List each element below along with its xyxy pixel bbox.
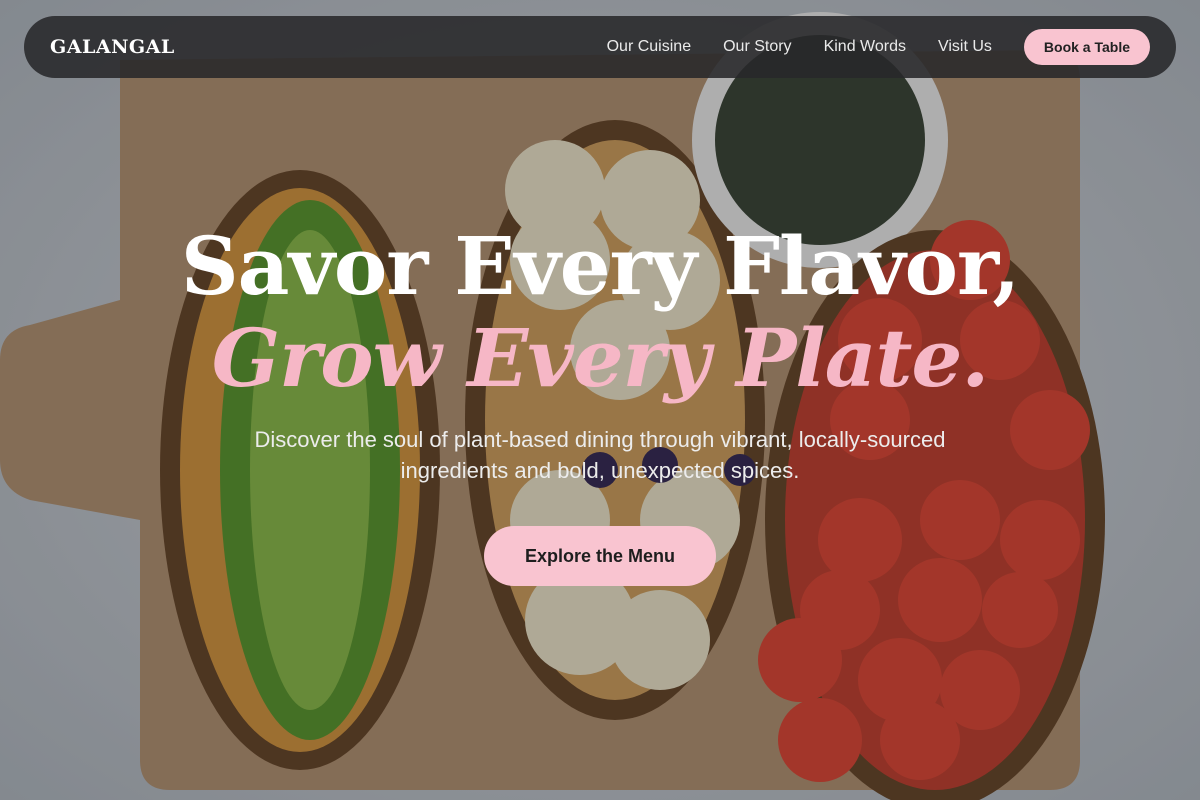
explore-menu-button[interactable]: Explore the Menu: [484, 526, 716, 586]
hero-headline-line2: Grow Every Plate.: [211, 311, 989, 405]
hero-subtitle: Discover the soul of plant-based dining …: [254, 427, 946, 483]
hero-headline-line1: Savor Every Flavor,: [180, 219, 1020, 313]
hero-section: Savor Every Flavor, Grow Every Plate. Di…: [0, 0, 1200, 800]
